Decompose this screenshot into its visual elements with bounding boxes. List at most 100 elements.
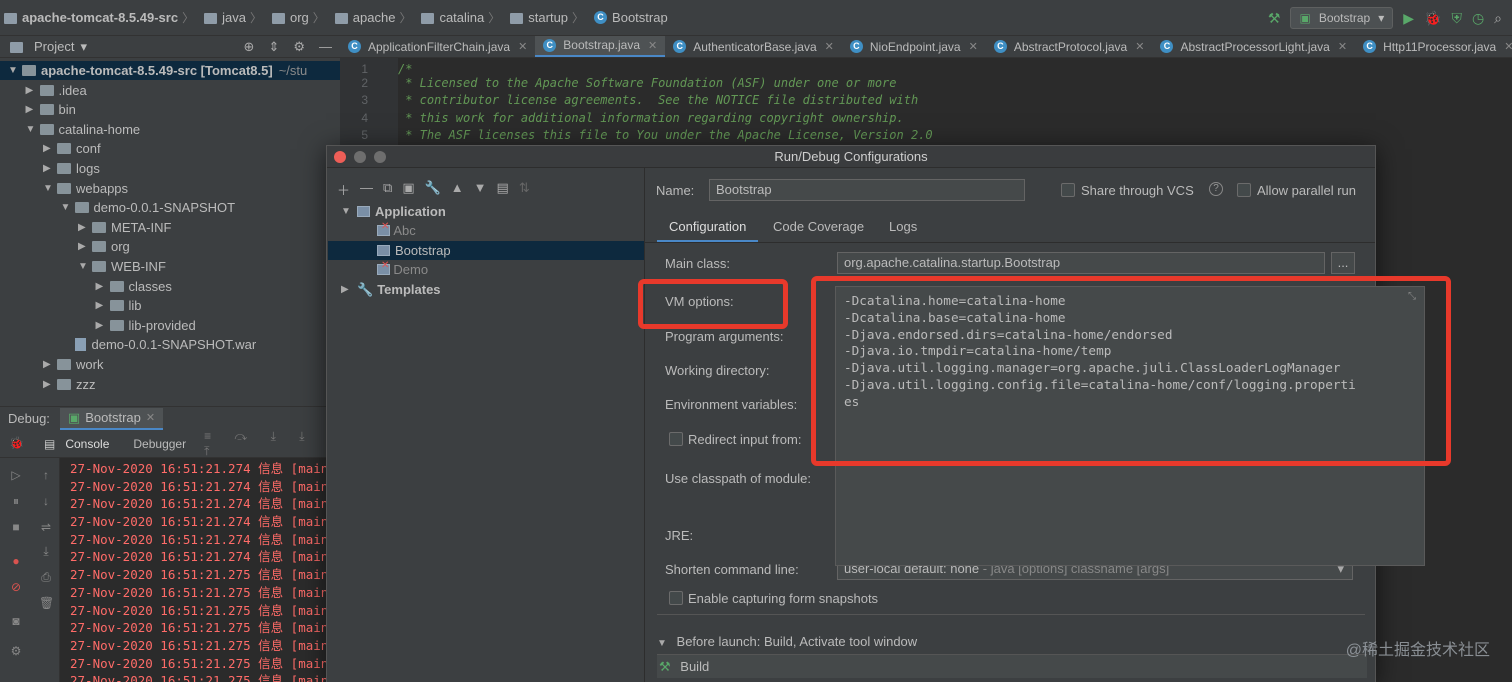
chevron-right-icon[interactable]: ▶	[78, 241, 92, 252]
search-icon[interactable]: ⌕	[1494, 10, 1502, 27]
camera-icon[interactable]: ◙	[9, 614, 23, 628]
allow-parallel-checkbox[interactable]	[1237, 183, 1251, 197]
editor-tab[interactable]: C AbstractProcessorLight.java ✕	[1152, 36, 1355, 57]
move-down-icon[interactable]: ▼	[474, 180, 487, 199]
trash-icon[interactable]: 🗑	[39, 596, 54, 610]
tree-node[interactable]: ▶ lib	[96, 296, 142, 315]
breakpoints-icon[interactable]: ●	[9, 554, 23, 568]
chevron-down-icon[interactable]: ▼	[26, 124, 40, 135]
mute-breakpoints-icon[interactable]: ⊘	[9, 580, 23, 594]
editor-tab[interactable]: C ApplicationFilterChain.java ✕	[340, 36, 535, 57]
tree-node[interactable]: ▶ org	[78, 237, 130, 256]
config-item-abc[interactable]: ✕ Abc	[377, 221, 416, 240]
add-icon[interactable]: ＋	[337, 180, 350, 199]
tree-node[interactable]: ▶ classes	[96, 277, 172, 296]
gear-icon[interactable]: ⚙	[293, 39, 305, 55]
chevron-right-icon[interactable]: ▶	[96, 320, 110, 331]
soft-wrap-icon[interactable]: ⇌	[39, 520, 53, 534]
save-icon[interactable]: ▣	[402, 180, 414, 199]
editor-tab[interactable]: C AbstractProtocol.java ✕	[986, 36, 1153, 57]
main-class-input[interactable]: org.apache.catalina.startup.Bootstrap	[837, 252, 1325, 274]
tree-node[interactable]: ▼ demo-0.0.1-SNAPSHOT	[61, 198, 236, 217]
browse-button[interactable]: ...	[1331, 252, 1355, 274]
debug-step-icons[interactable]: ≡ ⤼ ⤓ ⤓ ⤒	[204, 429, 330, 459]
locate-icon[interactable]: ⊕	[244, 39, 255, 55]
pause-icon[interactable]: ⏸	[9, 494, 23, 508]
chevron-right-icon[interactable]: ▶	[43, 143, 57, 154]
coverage-icon[interactable]: ⛨	[1451, 10, 1462, 27]
scroll-to-end-icon[interactable]: ⤓	[39, 544, 53, 558]
breadcrumb-project[interactable]: apache-tomcat-8.5.49-src 〉	[4, 9, 200, 26]
move-up-icon[interactable]: ▲	[451, 180, 464, 199]
close-window-button[interactable]	[334, 151, 346, 163]
tree-node[interactable]: ▶ META-INF	[78, 218, 171, 237]
editor-tab[interactable]: CHttp11Processor.java✕	[1355, 36, 1512, 57]
chevron-right-icon[interactable]: ▶	[26, 85, 40, 96]
tree-node[interactable]: ▶ bin	[26, 100, 76, 119]
run-config-selector[interactable]: ▣ Bootstrap ▾	[1290, 7, 1394, 29]
chevron-down-icon[interactable]: ▼	[78, 261, 92, 272]
close-icon[interactable]: ✕	[1135, 40, 1144, 53]
name-input[interactable]: Bootstrap	[709, 179, 1025, 201]
tree-node[interactable]: ▶ .idea	[26, 81, 87, 100]
enable-snapshots-checkbox[interactable]	[669, 591, 683, 605]
minimize-window-button[interactable]	[354, 151, 366, 163]
config-item-demo[interactable]: ✕ Demo	[377, 260, 428, 279]
tab-console[interactable]: Console	[65, 437, 109, 451]
profile-icon[interactable]: ◷	[1472, 10, 1484, 27]
breadcrumb-java[interactable]: java 〉	[204, 9, 268, 26]
breadcrumb-org[interactable]: org 〉	[271, 9, 331, 26]
tree-node[interactable]: ▼ webapps	[43, 179, 128, 198]
breadcrumb-startup[interactable]: startup 〉	[510, 9, 590, 26]
tree-node[interactable]: ▶ conf	[43, 139, 101, 158]
folder-icon[interactable]: ▤	[497, 180, 509, 199]
debug-icon[interactable]: 🐞	[1424, 10, 1441, 27]
build-task-row[interactable]: ⚒ Build	[657, 654, 1367, 678]
before-launch-section[interactable]: ▼ Before launch: Build, Activate tool wi…	[657, 630, 1367, 654]
chevron-right-icon[interactable]: ▶	[96, 281, 110, 292]
breadcrumb-bootstrap[interactable]: C Bootstrap	[594, 10, 668, 25]
editor-tab[interactable]: C NioEndpoint.java ✕	[842, 36, 986, 57]
remove-icon[interactable]: —	[360, 180, 373, 199]
close-icon[interactable]: ✕	[969, 40, 978, 53]
sort-icon[interactable]: ⇅	[519, 180, 530, 199]
gear-icon[interactable]: ⚙	[9, 644, 23, 658]
code-editor[interactable]: /* * Licensed to the Apache Software Fou…	[398, 58, 1512, 148]
config-item-bootstrap[interactable]: Bootstrap	[328, 241, 644, 260]
stop-icon[interactable]: ■	[9, 520, 23, 534]
tree-node[interactable]: ▶ zzz	[43, 375, 96, 394]
chevron-down-icon[interactable]: ▼	[8, 65, 22, 76]
editor-tab[interactable]: C AuthenticatorBase.java ✕	[665, 36, 842, 57]
share-vcs-checkbox[interactable]	[1061, 183, 1075, 197]
config-group-application[interactable]: ▼ Application	[341, 202, 446, 221]
project-label[interactable]: Project	[34, 39, 74, 54]
close-icon[interactable]: ✕	[518, 40, 527, 53]
collapse-icon[interactable]: ⇕	[268, 39, 279, 55]
chevron-right-icon[interactable]: ▶	[96, 300, 110, 311]
resume-icon[interactable]: ▷	[9, 468, 23, 482]
editor-tab[interactable]: C Bootstrap.java ✕	[535, 36, 666, 57]
tree-node[interactable]: ▶ lib-provided	[96, 316, 196, 335]
close-icon[interactable]: ✕	[146, 411, 155, 424]
tab-debugger[interactable]: Debugger	[133, 437, 186, 451]
breadcrumb-apache[interactable]: apache 〉	[334, 9, 418, 26]
config-group-templates[interactable]: ▶ 🔧 Templates	[341, 280, 441, 299]
breadcrumb-catalina[interactable]: catalina 〉	[421, 9, 506, 26]
chevron-down-icon[interactable]: ▼	[43, 183, 57, 194]
tab-configuration[interactable]: Configuration	[657, 219, 759, 243]
chevron-down-icon[interactable]: ▼	[61, 202, 75, 213]
redirect-input-checkbox[interactable]	[669, 432, 683, 446]
chevron-right-icon[interactable]: ▶	[43, 163, 57, 174]
tree-node[interactable]: ▼ WEB-INF	[78, 257, 166, 276]
minimize-icon[interactable]: —	[319, 39, 332, 55]
chevron-down-icon[interactable]: ▾	[80, 39, 87, 55]
up-arrow-icon[interactable]: ↑	[39, 468, 53, 482]
wrench-icon[interactable]: 🔧	[425, 180, 441, 199]
close-icon[interactable]: ✕	[1338, 40, 1347, 53]
close-icon[interactable]: ✕	[825, 40, 834, 53]
tree-node[interactable]: demo-0.0.1-SNAPSHOT.war	[61, 335, 256, 354]
run-icon[interactable]: ▶	[1403, 10, 1414, 27]
chevron-right-icon[interactable]: ▶	[43, 379, 57, 390]
close-icon[interactable]: ✕	[1504, 40, 1512, 53]
tab-logs[interactable]: Logs	[889, 219, 917, 234]
